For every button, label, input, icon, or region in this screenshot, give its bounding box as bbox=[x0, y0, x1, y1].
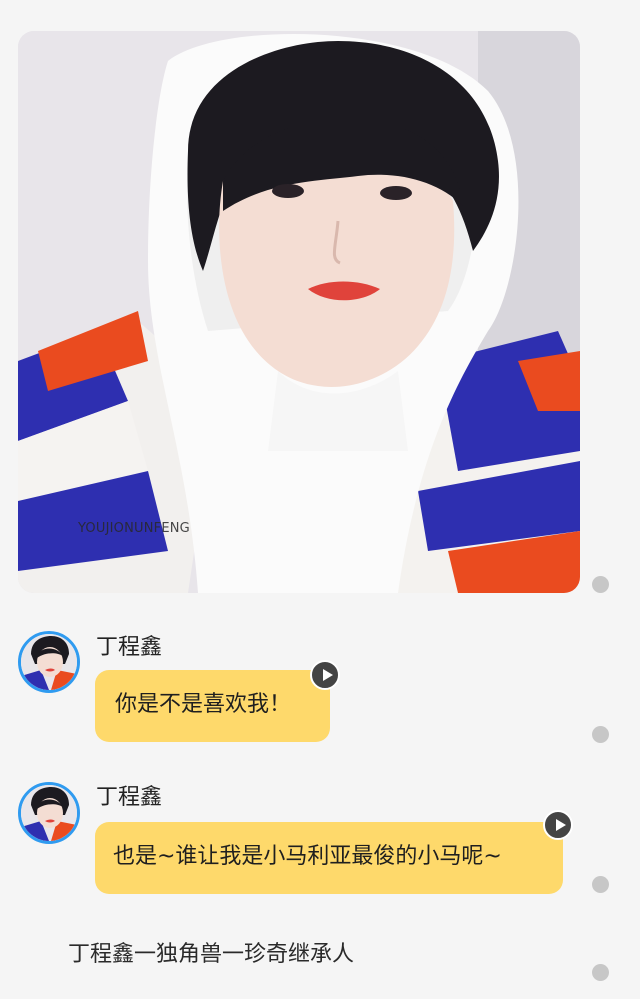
message-bubble[interactable]: 也是~谁让我是小马利亚最俊的小马呢~ bbox=[95, 822, 563, 894]
message-status-dot bbox=[592, 726, 609, 743]
message-text: 也是~谁让我是小马利亚最俊的小马呢~ bbox=[113, 844, 502, 869]
avatar-image bbox=[21, 785, 77, 841]
avatar-image bbox=[21, 634, 77, 690]
photo-illustration bbox=[18, 31, 580, 593]
caption-text: 丁程鑫一独角兽一珍奇继承人 bbox=[68, 942, 355, 967]
photo-watermark: YOUJIONUNFENG bbox=[78, 521, 190, 536]
photo-status-dot bbox=[592, 576, 609, 593]
sender-avatar[interactable] bbox=[18, 631, 80, 693]
sender-name: 丁程鑫 bbox=[96, 785, 163, 810]
sender-avatar[interactable] bbox=[18, 782, 80, 844]
message-status-dot bbox=[592, 876, 609, 893]
play-icon[interactable] bbox=[310, 660, 340, 690]
caption-status-dot bbox=[592, 964, 609, 981]
message-text: 你是不是喜欢我！ bbox=[115, 692, 292, 717]
message-bubble[interactable]: 你是不是喜欢我！ bbox=[95, 670, 330, 742]
shared-photo[interactable]: YOUJIONUNFENG bbox=[18, 31, 580, 593]
sender-name: 丁程鑫 bbox=[96, 635, 163, 660]
play-icon[interactable] bbox=[543, 810, 573, 840]
